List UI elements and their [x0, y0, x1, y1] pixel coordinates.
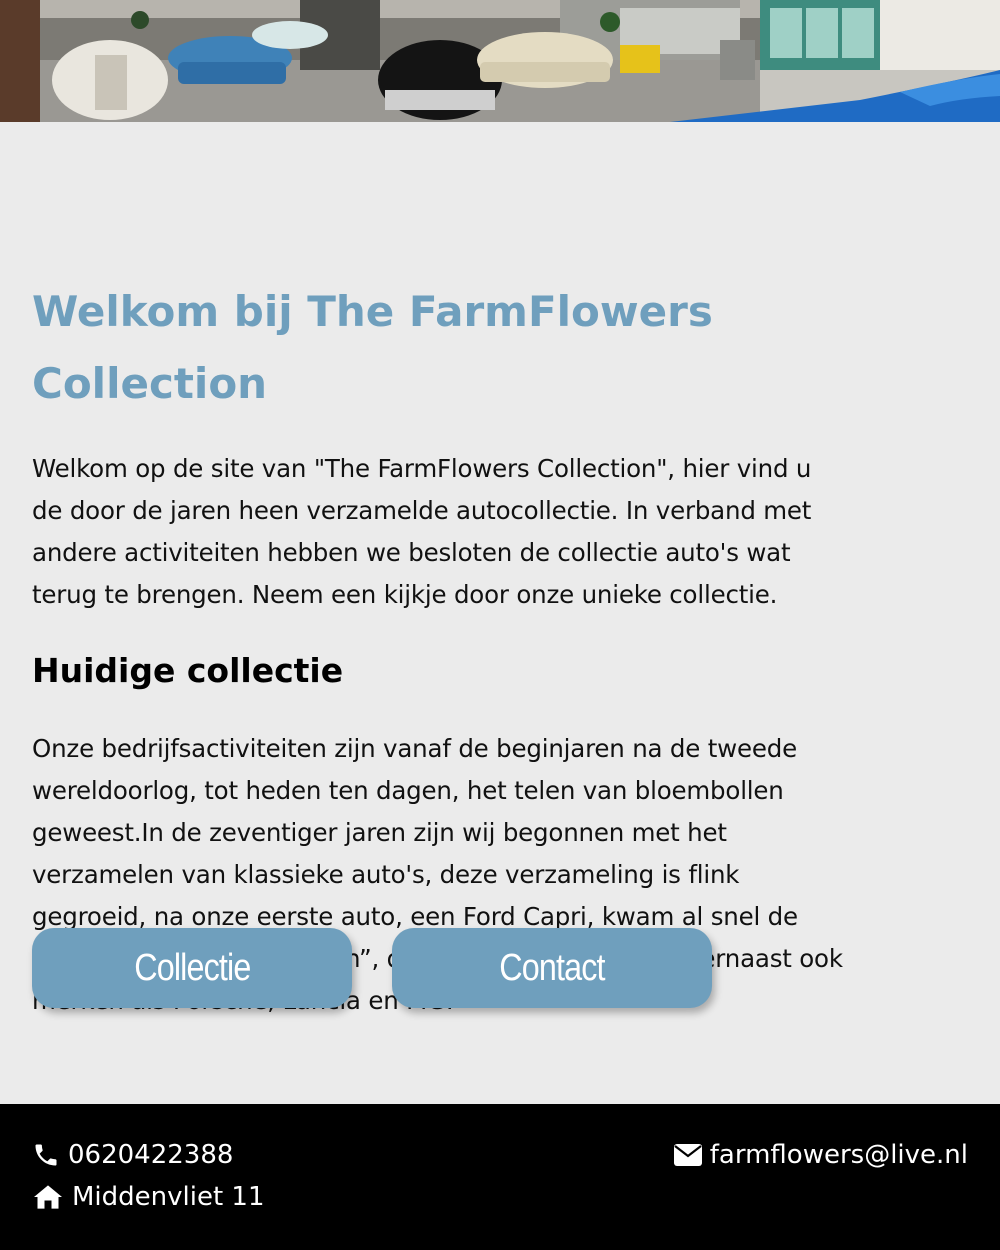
collection-heading: Huidige collectie [32, 651, 344, 690]
collection-line: Onze bedrijfsactiviteiten zijn vanaf de … [32, 734, 797, 763]
intro-line: Welkom op de site van "The FarmFlowers C… [32, 454, 812, 483]
collectie-button[interactable]: Collectie [32, 928, 352, 1008]
collection-line: verzamelen van klassieke auto's, deze ve… [32, 860, 740, 889]
hero-banner-image [0, 0, 1000, 122]
phone-icon [35, 1144, 57, 1166]
contact-button-label: Contact [499, 946, 605, 989]
contact-button[interactable]: Contact [392, 928, 712, 1008]
garage-photo [0, 0, 1000, 122]
footer-address: Middenvliet 11 [32, 1182, 265, 1212]
intro-line: terug te brengen. Neem een kijkje door o… [32, 580, 778, 609]
email-address: farmflowers@live.nl [709, 1140, 968, 1170]
page-title: Welkom bij The FarmFlowers Collection [32, 276, 972, 420]
collectie-button-label: Collectie [133, 946, 251, 989]
phone-number: 0620422388 [68, 1140, 234, 1170]
address-text: Middenvliet 11 [72, 1182, 265, 1212]
footer: 0620422388 Middenvliet 11 farmflowers@li… [0, 1104, 1000, 1250]
home-icon [34, 1185, 62, 1209]
page-title-line-2: Collection [32, 359, 268, 408]
collection-line: wereldoorlog, tot heden ten dagen, het t… [32, 776, 784, 805]
intro-line: andere activiteiten hebben we besloten d… [32, 538, 791, 567]
envelope-icon [673, 1144, 702, 1166]
page-title-line-1: Welkom bij The FarmFlowers [32, 287, 713, 336]
intro-line: de door de jaren heen verzamelde autocol… [32, 496, 812, 525]
footer-email[interactable]: farmflowers@live.nl [673, 1140, 968, 1170]
collection-line: geweest.In de zeventiger jaren zijn wij … [32, 818, 727, 847]
footer-phone[interactable]: 0620422388 [32, 1140, 233, 1170]
intro-paragraph: Welkom op de site van "The FarmFlowers C… [32, 448, 972, 616]
